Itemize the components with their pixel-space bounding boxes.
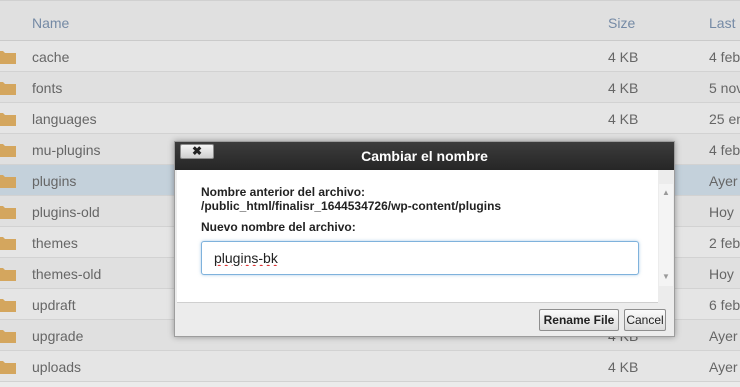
dialog-title: Cambiar el nombre [361, 148, 488, 164]
scroll-up-icon[interactable]: ▲ [662, 188, 670, 197]
new-name-label: Nuevo nombre del archivo: [201, 220, 356, 234]
rename-file-button[interactable]: Rename File [539, 309, 619, 331]
dialog-scrollbar[interactable]: ▲ ▼ [659, 184, 673, 286]
old-name-label: Nombre anterior del archivo: [201, 185, 366, 199]
new-name-input[interactable] [201, 241, 639, 275]
scroll-down-icon[interactable]: ▼ [662, 272, 670, 281]
cancel-button[interactable]: Cancel [624, 309, 666, 331]
dialog-content: Nombre anterior del archivo: /public_htm… [177, 170, 658, 303]
dialog-titlebar: ✖ Cambiar el nombre [175, 142, 674, 170]
old-path-value: /public_html/finalisr_1644534726/wp-cont… [201, 199, 502, 213]
rename-dialog: ✖ Cambiar el nombre Nombre anterior del … [174, 141, 675, 337]
